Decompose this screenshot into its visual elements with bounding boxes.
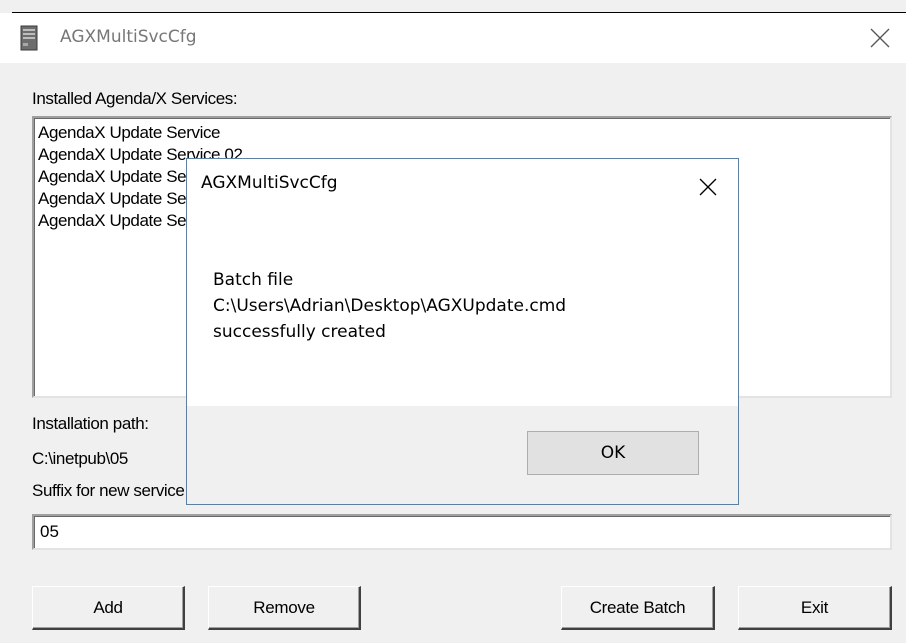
installation-path-value: C:\inetpub\05 — [32, 449, 128, 468]
add-button[interactable]: Add — [32, 586, 185, 630]
close-icon[interactable] — [698, 177, 718, 197]
dialog-message-line: C:\Users\Adrian\Desktop\AGXUpdate.cmd — [213, 296, 567, 316]
suffix-input[interactable] — [32, 514, 892, 550]
suffix-label: Suffix for new service: — [32, 481, 189, 500]
installation-path-label: Installation path: — [32, 414, 149, 433]
remove-button[interactable]: Remove — [208, 586, 361, 630]
title-bar[interactable]: AGXMultiSvcCfg — [0, 13, 906, 63]
main-window: AGXMultiSvcCfg Installed Agenda/X Servic… — [0, 0, 906, 643]
exit-button[interactable]: Exit — [738, 586, 892, 630]
dialog-message: Batch file C:\Users\Adrian\Desktop\AGXUp… — [213, 267, 566, 345]
services-label: Installed Agenda/X Services: — [32, 89, 238, 108]
ok-button[interactable]: OK — [527, 431, 699, 475]
message-dialog: AGXMultiSvcCfg Batch file C:\Users\Adria… — [186, 158, 739, 505]
create-batch-button[interactable]: Create Batch — [561, 586, 715, 630]
dialog-footer: OK — [187, 406, 738, 504]
list-item[interactable]: AgendaX Update Service — [38, 122, 890, 144]
server-tower-icon — [20, 25, 38, 51]
dialog-message-line: Batch file — [213, 270, 294, 290]
window-title: AGXMultiSvcCfg — [60, 27, 197, 47]
dialog-title: AGXMultiSvcCfg — [201, 173, 338, 193]
dialog-message-line: successfully created — [213, 322, 386, 342]
close-icon[interactable] — [868, 26, 892, 50]
